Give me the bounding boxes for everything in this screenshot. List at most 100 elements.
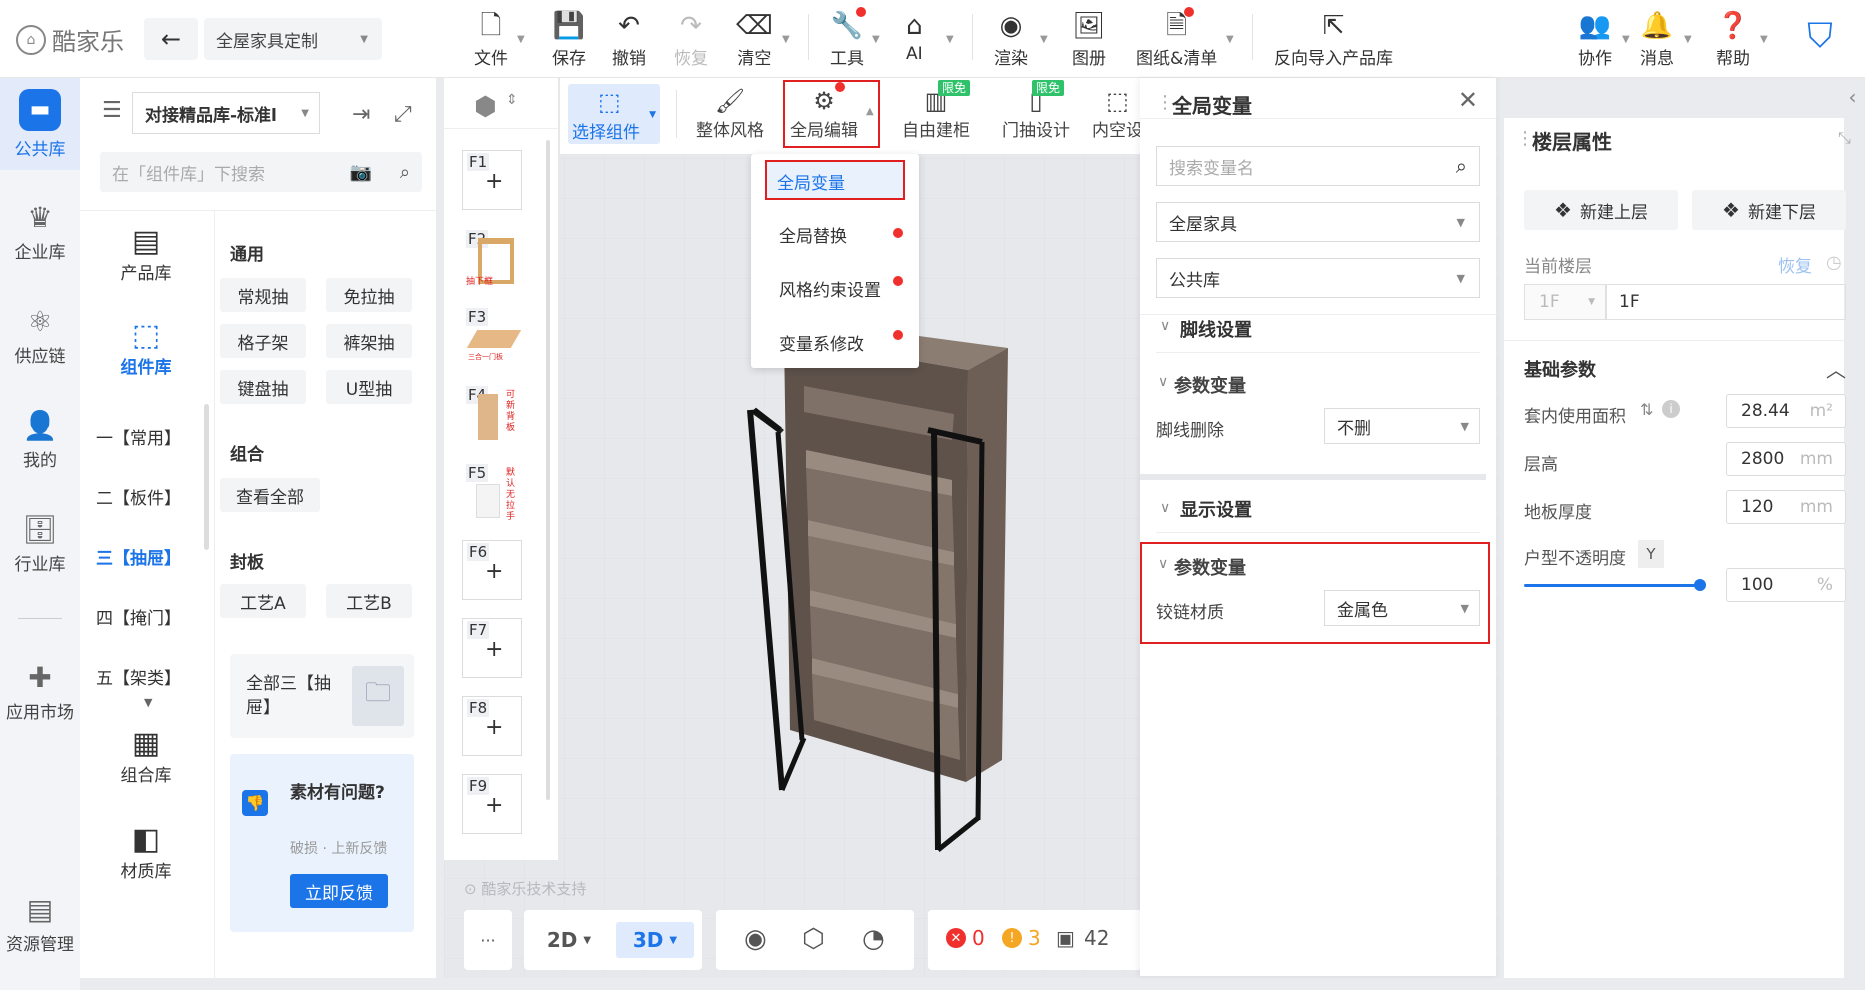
render-button[interactable]: ◉ 渲染 (994, 10, 1028, 70)
opacity-slider[interactable] (1524, 584, 1702, 587)
restore-link[interactable]: 恢复 (1778, 252, 1812, 277)
nav-supply-chain[interactable]: ⚛ 供应链 (0, 300, 80, 368)
slot-f9[interactable]: F9 + (462, 774, 522, 834)
box-view-icon[interactable]: ⬡ (802, 924, 825, 954)
library-search-input[interactable]: 在「组件库」下搜索 📷 ⌕ (100, 152, 422, 192)
category-item[interactable]: 二【板件】 (96, 484, 181, 509)
chevron-left-icon[interactable]: ‹ (1840, 82, 1865, 112)
mode-3d-button[interactable]: 3D ▼ (616, 922, 694, 958)
project-selector[interactable]: 全屋家具定制 ▼ (204, 18, 382, 60)
collab-button[interactable]: 👥 协作 (1578, 10, 1612, 70)
category-item[interactable]: 四【掩门】 (96, 604, 181, 629)
ai-button[interactable]: ⌂ AI (906, 10, 923, 70)
album-button[interactable]: 🖼 图册 (1072, 10, 1106, 70)
error-icon[interactable]: ✕ (946, 928, 966, 948)
nav-public-library[interactable]: ▬ 公共库 (0, 78, 80, 170)
area-input[interactable]: 28.44 m² (1726, 394, 1846, 428)
select-component-button[interactable]: ⬚ 选择组件 ▼ (568, 84, 660, 144)
slot-f2[interactable]: F2 抽下框 (462, 228, 522, 288)
height-input[interactable]: 2800 mm (1726, 442, 1846, 476)
slot-f3[interactable]: F3 三合一门板 (462, 306, 522, 366)
baseboard-delete-select[interactable]: 不删 ▼ (1324, 408, 1480, 444)
undo-button[interactable]: ↶ 撤销 (612, 10, 646, 70)
redo-button[interactable]: ↷ 恢复 (674, 10, 708, 70)
menu-item-global-replace[interactable]: 全局替换 (779, 222, 847, 247)
message-button[interactable]: 🔔 消息 (1640, 10, 1674, 70)
expand-collapse-icon[interactable]: ⇕ (506, 92, 518, 108)
back-button[interactable]: ← (144, 18, 198, 60)
component-count-icon[interactable]: ▣ (1056, 926, 1075, 950)
subsection-params[interactable]: 参数变量 (1174, 554, 1246, 580)
gauge-icon[interactable]: ◔ (862, 924, 885, 954)
mode-2d-button[interactable]: 2D ▼ (530, 922, 608, 958)
add-upper-floor-button[interactable]: ❖ 新建上层 (1524, 190, 1678, 230)
tools-button[interactable]: 🔧 工具 (830, 10, 864, 70)
slot-f5[interactable]: F5 默认无拉手 (462, 462, 522, 522)
all-category-card[interactable]: 全部三【抽屉】 🗀 (230, 654, 414, 738)
component-chip[interactable]: 键盘抽 (220, 370, 306, 404)
more-button[interactable]: ··· (464, 910, 512, 970)
variable-search-input[interactable]: 搜索变量名 ⌕ (1156, 146, 1480, 186)
side-combo-library[interactable]: ▦ 组合库 (96, 726, 196, 786)
component-chip[interactable]: 常规抽 (220, 278, 306, 312)
component-chip[interactable]: 免拉抽 (326, 278, 412, 312)
close-icon[interactable]: ✕ (1458, 86, 1478, 114)
side-product-library[interactable]: ▤ 产品库 (96, 224, 196, 284)
save-button[interactable]: 💾 保存 (552, 10, 586, 70)
expand-icon[interactable]: ⤢ (394, 102, 412, 127)
category-item[interactable]: 五【架类】 (96, 664, 181, 689)
feedback-button[interactable]: 立即反馈 (290, 874, 388, 908)
help-button[interactable]: ❓ 帮助 (1716, 10, 1750, 70)
drag-handle-icon[interactable]: ⋮ (1156, 92, 1174, 113)
collapse-icon[interactable]: ⇥ (352, 102, 370, 127)
sort-icon[interactable]: ⇅ (1640, 400, 1653, 419)
slot-f6[interactable]: F6 + (462, 540, 522, 600)
category-item[interactable]: 一【常用】 (96, 424, 181, 449)
category-item-active[interactable]: 三【抽屉】 (96, 544, 181, 569)
menu-item-variable-edit[interactable]: 变量系修改 (779, 330, 864, 355)
list-icon[interactable]: ☰ (102, 98, 122, 123)
thickness-input[interactable]: 120 mm (1726, 490, 1846, 524)
shield-icon[interactable]: ⛉ (1800, 14, 1840, 58)
nav-enterprise-library[interactable]: ♛ 企业库 (0, 196, 80, 264)
floor-select[interactable]: 1F ▼ (1524, 284, 1606, 320)
import-product-button[interactable]: ⇱ 反向导入产品库 (1274, 10, 1393, 70)
library-selector[interactable]: 对接精品库-标准l ▼ (132, 92, 320, 134)
subsection-params[interactable]: 参数变量 (1174, 372, 1246, 398)
hinge-material-select[interactable]: 金属色 ▼ (1324, 590, 1480, 626)
search-icon[interactable]: ⌕ (400, 162, 410, 183)
overall-style-button[interactable]: 🖌 整体风格 (696, 86, 764, 146)
chevron-down-icon[interactable]: ∨ (1158, 374, 1168, 390)
opacity-input[interactable]: 100% (1726, 568, 1846, 602)
chevron-down-icon[interactable]: ∨ (1158, 556, 1168, 572)
info-icon[interactable]: i (1662, 400, 1680, 418)
clear-button[interactable]: ⌫ 清空 (736, 10, 773, 70)
slot-f4[interactable]: F4 可新背板 (462, 384, 522, 444)
minimize-icon[interactable]: ⤡ (1838, 128, 1851, 148)
chevron-down-icon[interactable]: ∨ (1160, 500, 1170, 516)
component-chip[interactable]: 格子架 (220, 324, 306, 358)
side-material-library[interactable]: ◧ 材质库 (96, 822, 196, 882)
library-select[interactable]: 公共库 ▼ (1156, 258, 1480, 298)
side-component-library[interactable]: ⬚ 组件库 (96, 318, 196, 378)
scrollbar[interactable] (204, 404, 209, 550)
section-display[interactable]: 显示设置 (1180, 496, 1252, 522)
nav-mine[interactable]: 👤 我的 (0, 404, 80, 472)
warning-icon[interactable]: ! (1002, 928, 1022, 948)
nav-resource-management[interactable]: ▤ 资源管理 (0, 888, 80, 956)
chevron-down-icon[interactable]: ∨ (1160, 318, 1170, 334)
cube-icon[interactable]: ⬢ (474, 92, 497, 122)
cabinet-model[interactable] (720, 320, 1040, 860)
view-all-chip[interactable]: 查看全部 (220, 478, 320, 512)
component-chip[interactable]: U型抽 (326, 370, 412, 404)
slider-handle[interactable] (1694, 579, 1706, 591)
slot-f8[interactable]: F8 + (462, 696, 522, 756)
add-lower-floor-button[interactable]: ❖ 新建下层 (1692, 190, 1846, 230)
chevron-up-icon[interactable]: ︿ (1826, 354, 1846, 383)
drawing-list-button[interactable]: 🗎 图纸&清单 (1136, 10, 1217, 70)
search-icon[interactable]: ⌕ (1456, 154, 1467, 178)
slot-f1[interactable]: F1 + (462, 150, 522, 210)
camera-icon[interactable]: 📷 (350, 162, 372, 183)
app-logo[interactable]: ⌂ 酷家乐 (16, 22, 124, 57)
scrollbar[interactable] (546, 140, 550, 800)
